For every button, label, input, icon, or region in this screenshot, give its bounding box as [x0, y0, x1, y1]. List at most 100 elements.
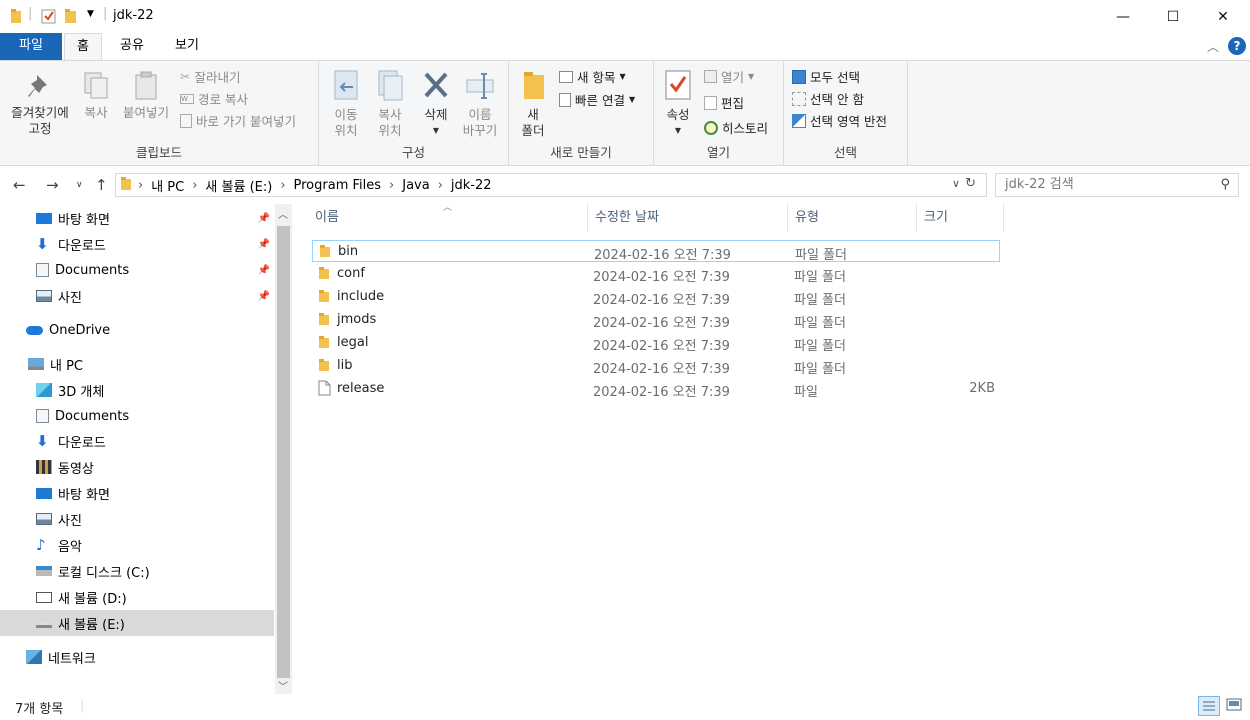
- maximize-button[interactable]: ☐: [1150, 0, 1196, 33]
- scroll-up-icon[interactable]: ︿: [278, 206, 288, 221]
- column-header-name[interactable]: 이름: [300, 204, 588, 232]
- nav-item-pictures[interactable]: 사진: [0, 506, 274, 532]
- scroll-thumb[interactable]: [277, 226, 290, 678]
- search-input[interactable]: jdk-22 검색 ⚲: [995, 173, 1239, 197]
- nav-item-3d-objects[interactable]: 3D 개체: [0, 377, 274, 403]
- pin-icon[interactable]: 📌: [258, 265, 270, 276]
- file-row-conf[interactable]: conf 2024-02-16 오전 7:39 파일 폴더: [312, 263, 1000, 285]
- copy-to-button[interactable]: 복사 위치: [369, 69, 411, 139]
- nav-scrollbar[interactable]: ︿ ﹀: [275, 204, 292, 694]
- drive-icon: [36, 566, 52, 576]
- delete-dropdown-icon[interactable]: ▼: [417, 123, 455, 139]
- recent-locations-icon[interactable]: ∨: [76, 180, 83, 190]
- minimize-button[interactable]: —: [1100, 0, 1146, 33]
- new-folder-icon[interactable]: [64, 8, 78, 26]
- customize-toolbar-icon[interactable]: ▼: [87, 9, 94, 27]
- properties-icon[interactable]: [41, 8, 57, 26]
- nav-item-desktop-quick[interactable]: 바탕 화면 📌: [0, 205, 274, 231]
- invert-selection-button[interactable]: 선택 영역 반전: [792, 111, 887, 130]
- tab-view[interactable]: 보기: [163, 33, 211, 60]
- group-label: 열기: [706, 145, 730, 160]
- nav-item-drive-c[interactable]: 로컬 디스크 (C:): [0, 558, 274, 584]
- paste-shortcut-icon: [180, 113, 192, 128]
- file-row-legal[interactable]: legal 2024-02-16 오전 7:39 파일 폴더: [312, 332, 1000, 354]
- forward-arrow-icon[interactable]: →: [46, 176, 59, 194]
- address-bar[interactable]: › 내 PC › 새 볼륨 (E:) › Program Files › Jav…: [115, 173, 987, 197]
- nav-item-desktop[interactable]: 바탕 화면: [0, 480, 274, 506]
- easy-access-label: 빠른 연결: [575, 93, 625, 108]
- nav-label: 새 볼륨 (D:): [58, 591, 127, 607]
- address-dropdown-icon[interactable]: ∨: [952, 177, 960, 190]
- new-folder-button[interactable]: 새 폴더: [515, 69, 551, 139]
- nav-item-documents[interactable]: Documents: [0, 403, 274, 429]
- nav-item-music[interactable]: ♪ 음악: [0, 532, 274, 558]
- pin-quick-access-button[interactable]: 즐겨찾기에 고정: [4, 71, 76, 137]
- refresh-icon[interactable]: ↻: [965, 176, 976, 191]
- copy-path-button[interactable]: W 경로 복사: [180, 89, 248, 108]
- open-button[interactable]: 열기 ▼: [704, 67, 754, 86]
- history-button[interactable]: 히스토리: [704, 118, 768, 137]
- select-all-button[interactable]: 모두 선택: [792, 67, 860, 86]
- file-row-release[interactable]: release 2024-02-16 오전 7:39 파일 2KB: [312, 378, 1000, 400]
- copy-button[interactable]: 복사: [78, 71, 114, 121]
- file-row-bin[interactable]: bin 2024-02-16 오전 7:39 파일 폴더: [312, 240, 1000, 263]
- back-arrow-icon[interactable]: ←: [13, 176, 26, 194]
- breadcrumb-chevron-icon[interactable]: ›: [389, 178, 394, 193]
- edit-button[interactable]: 편집: [704, 93, 744, 112]
- new-item-button[interactable]: 새 항목 ▼: [559, 67, 626, 86]
- file-row-include[interactable]: include 2024-02-16 오전 7:39 파일 폴더: [312, 286, 1000, 308]
- easy-access-button[interactable]: 빠른 연결 ▼: [559, 90, 635, 109]
- delete-button[interactable]: 삭제 ▼: [417, 69, 455, 139]
- file-row-jmods[interactable]: jmods 2024-02-16 오전 7:39 파일 폴더: [312, 309, 1000, 331]
- nav-item-downloads-quick[interactable]: ⬇ 다운로드 📌: [0, 231, 274, 257]
- file-icon: [318, 380, 331, 400]
- select-none-button[interactable]: 선택 안 함: [792, 89, 864, 108]
- paste-button[interactable]: 붙여넣기: [118, 71, 174, 121]
- breadcrumb-chevron-icon[interactable]: ›: [280, 178, 285, 193]
- column-header-date[interactable]: 수정한 날짜: [580, 204, 788, 232]
- help-icon[interactable]: ?: [1228, 37, 1246, 55]
- details-view-icon[interactable]: [1198, 696, 1220, 716]
- search-icon[interactable]: ⚲: [1220, 174, 1230, 196]
- breadcrumb-volume-e[interactable]: 새 볼륨 (E:): [205, 176, 272, 195]
- tab-file[interactable]: 파일: [0, 33, 62, 60]
- nav-item-drive-e[interactable]: 새 볼륨 (E:): [0, 610, 274, 636]
- nav-item-this-pc[interactable]: 내 PC: [0, 351, 274, 377]
- pin-icon[interactable]: 📌: [258, 239, 270, 250]
- nav-item-documents-quick[interactable]: Documents 📌: [0, 257, 274, 283]
- breadcrumb-chevron-icon[interactable]: ›: [438, 178, 443, 193]
- nav-item-drive-d[interactable]: 새 볼륨 (D:): [0, 584, 274, 610]
- move-to-button[interactable]: 이동 위치: [325, 69, 367, 139]
- nav-item-downloads[interactable]: ⬇ 다운로드: [0, 428, 274, 454]
- cut-button[interactable]: ✂ 잘라내기: [180, 67, 241, 86]
- scroll-down-icon[interactable]: ﹀: [278, 678, 288, 693]
- column-header-type[interactable]: 유형: [780, 204, 917, 232]
- properties-dropdown-icon[interactable]: ▼: [660, 123, 696, 139]
- up-arrow-icon[interactable]: ↑: [95, 176, 108, 194]
- breadcrumb-jdk-22[interactable]: jdk-22: [451, 178, 492, 193]
- close-button[interactable]: ✕: [1200, 0, 1246, 33]
- paste-shortcut-button[interactable]: 바로 가기 붙여넣기: [180, 111, 296, 130]
- breadcrumb-program-files[interactable]: Program Files: [294, 178, 382, 193]
- collapse-ribbon-icon[interactable]: ︿: [1207, 38, 1219, 55]
- breadcrumb-chevron-icon[interactable]: ›: [192, 178, 197, 193]
- file-row-lib[interactable]: lib 2024-02-16 오전 7:39 파일 폴더: [312, 355, 1000, 377]
- file-list: ︿ 이름 수정한 날짜 유형 크기 bin 2024-02-16 오전 7:39…: [300, 203, 1250, 694]
- tab-share[interactable]: 공유: [108, 33, 156, 60]
- nav-item-network[interactable]: 네트워크: [0, 644, 274, 670]
- pin-icon[interactable]: 📌: [258, 291, 270, 302]
- properties-button[interactable]: 속성 ▼: [660, 69, 696, 139]
- tab-home[interactable]: 홈: [64, 33, 102, 61]
- group-label: 선택: [833, 145, 857, 160]
- large-icons-view-icon[interactable]: [1224, 696, 1246, 716]
- column-header-size[interactable]: 크기: [909, 204, 1004, 232]
- file-name: jmods: [337, 312, 377, 327]
- breadcrumb-chevron-icon[interactable]: ›: [138, 178, 143, 193]
- breadcrumb-java[interactable]: Java: [402, 178, 429, 193]
- rename-button[interactable]: 이름 바꾸기: [459, 69, 501, 139]
- nav-item-onedrive[interactable]: OneDrive: [0, 317, 274, 343]
- breadcrumb-this-pc[interactable]: 내 PC: [151, 176, 184, 195]
- nav-item-videos[interactable]: 동영상: [0, 454, 274, 480]
- pin-icon[interactable]: 📌: [258, 213, 270, 224]
- nav-item-pictures-quick[interactable]: 사진 📌: [0, 283, 274, 309]
